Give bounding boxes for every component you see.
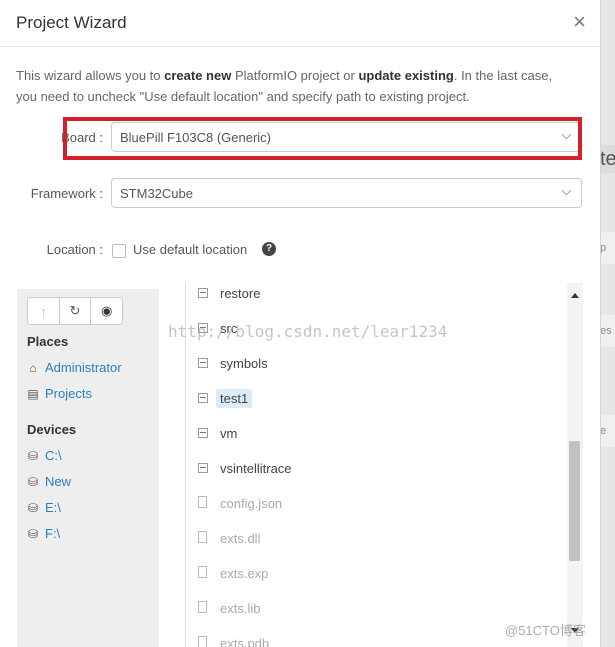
refresh-icon[interactable]: ↻	[60, 298, 92, 324]
help-icon[interactable]: ?	[262, 242, 276, 256]
device-c[interactable]: ⛁ C:\	[27, 448, 62, 463]
browser-toolbar: ↑ ↻ ◉	[27, 297, 123, 325]
location-label: Location :	[46, 242, 103, 257]
drive-icon: ⛁	[27, 500, 39, 515]
home-icon: ⌂	[29, 360, 37, 375]
site-watermark: @51CTO博客	[505, 623, 586, 638]
file-icon	[198, 636, 207, 647]
dialog-header: Project Wizard ×	[0, 0, 600, 47]
expand-icon[interactable]	[198, 288, 208, 298]
folder-icon: ▤	[27, 386, 39, 401]
place-administrator[interactable]: ⌂ Administrator	[27, 360, 121, 375]
eye-icon[interactable]: ◉	[91, 298, 122, 324]
chevron-down-icon	[561, 185, 572, 196]
use-default-location-checkbox[interactable]	[112, 244, 126, 258]
file-icon	[198, 531, 207, 543]
file-icon	[198, 496, 207, 508]
drive-icon: ⛁	[27, 474, 39, 489]
scroll-up-icon[interactable]	[571, 293, 579, 298]
use-default-location-label[interactable]: Use default location	[133, 242, 247, 257]
place-projects[interactable]: ▤ Projects	[27, 386, 92, 401]
browser-sidebar: ↑ ↻ ◉ Places ⌂ Administrator ▤ Projects …	[17, 289, 159, 647]
expand-icon[interactable]	[198, 428, 208, 438]
places-heading: Places	[27, 334, 69, 349]
devices-heading: Devices	[27, 422, 77, 437]
dialog-title: Project Wizard	[16, 13, 127, 32]
framework-value: STM32Cube	[120, 186, 193, 201]
scroll-thumb[interactable]	[569, 441, 580, 561]
backdrop-text: e	[600, 415, 615, 447]
backdrop-text: te	[600, 145, 615, 173]
device-f[interactable]: ⛁ F:\	[27, 526, 60, 541]
up-arrow-icon[interactable]: ↑	[28, 298, 60, 324]
intro-text: This wizard allows you to create new Pla…	[16, 68, 553, 104]
blog-watermark: http://blog.csdn.net/lear1234	[168, 322, 448, 341]
drive-icon: ⛁	[27, 448, 39, 463]
backdrop-text: es	[600, 315, 615, 347]
file-icon	[198, 566, 207, 578]
expand-icon[interactable]	[198, 463, 208, 473]
file-list-scrollbar[interactable]	[567, 283, 583, 647]
device-e[interactable]: ⛁ E:\	[27, 500, 61, 515]
device-new[interactable]: ⛁ New	[27, 474, 71, 489]
file-icon	[198, 601, 207, 613]
expand-icon[interactable]	[198, 358, 208, 368]
drive-icon: ⛁	[27, 526, 39, 541]
expand-icon[interactable]	[198, 393, 208, 403]
framework-select[interactable]: STM32Cube	[111, 178, 582, 208]
board-highlight-box	[63, 117, 582, 160]
backdrop-text: p	[600, 232, 615, 264]
close-icon[interactable]: ×	[573, 10, 586, 34]
framework-label: Framework :	[30, 186, 103, 201]
